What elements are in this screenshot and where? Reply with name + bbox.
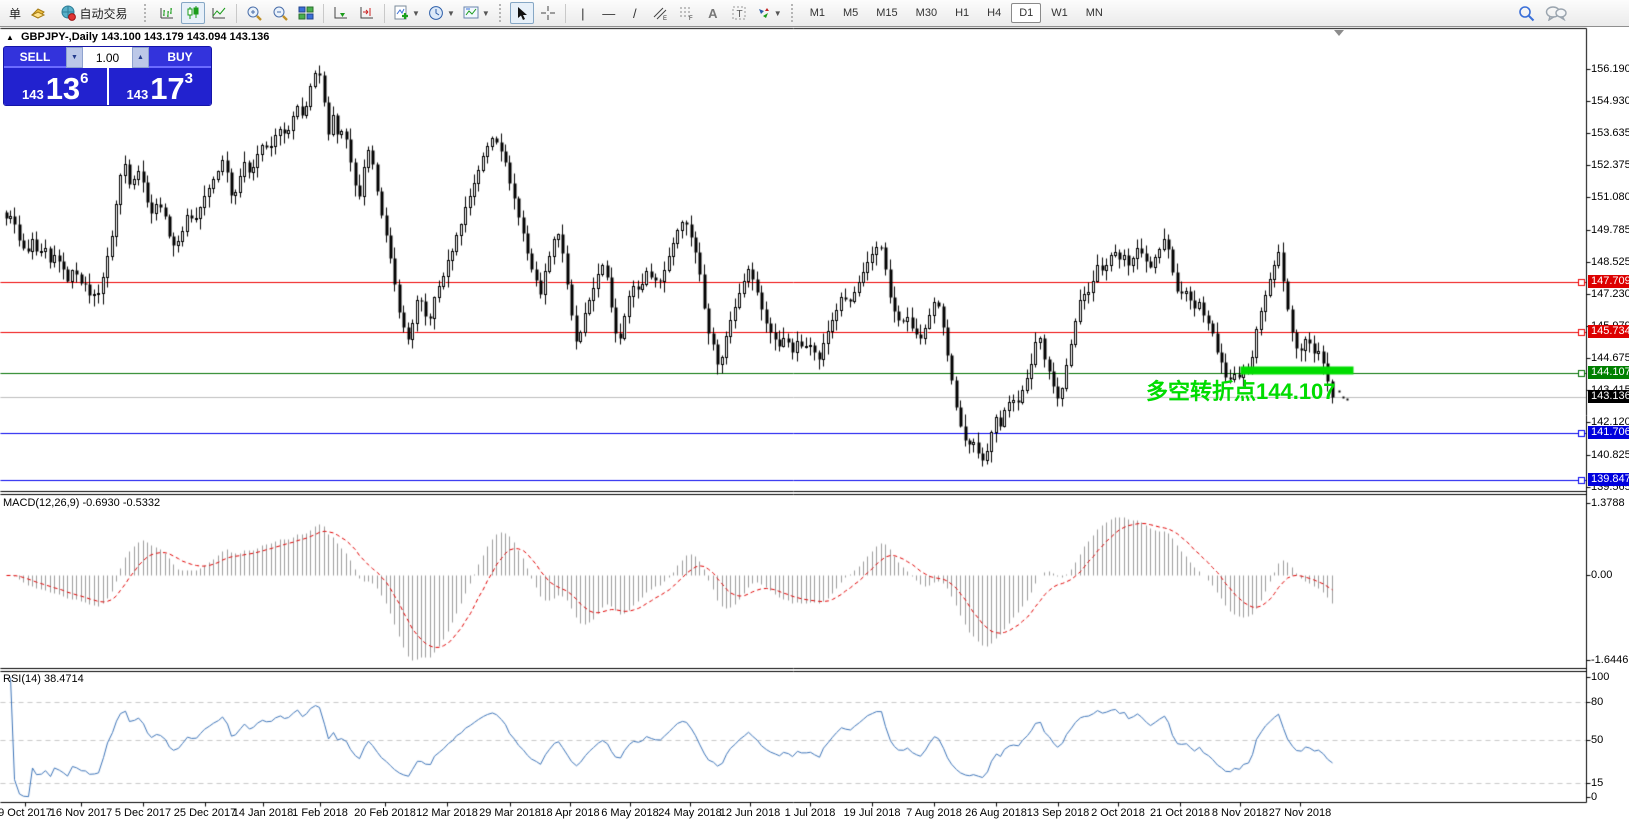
- bar-chart-button[interactable]: [155, 2, 179, 24]
- template-icon: [463, 5, 479, 21]
- arrows-tool[interactable]: ▼: [753, 2, 785, 24]
- zoom-in-icon: [246, 5, 263, 22]
- tf-button-m1[interactable]: M1: [802, 3, 833, 23]
- chart-ohlc-values: 143.100 143.179 143.094 143.136: [101, 31, 269, 43]
- tile-windows-icon: [298, 5, 314, 21]
- autotrading-label: 自动交易: [77, 5, 131, 22]
- new-order-button[interactable]: [26, 2, 50, 24]
- clock-icon: [428, 5, 444, 21]
- chart-shift-marker-icon[interactable]: [1334, 30, 1344, 36]
- text-label-tool[interactable]: T: [727, 2, 751, 24]
- crosshair-button[interactable]: [536, 2, 560, 24]
- auto-scroll-icon: [333, 5, 349, 21]
- sell-price-sup: 6: [80, 72, 88, 85]
- cursor-icon: [515, 6, 529, 21]
- line-chart-icon: [211, 5, 227, 21]
- chart-symbol: GBPJPY-,Daily: [21, 31, 98, 43]
- candlestick-chart-button[interactable]: [181, 2, 205, 24]
- arrows-icon: [756, 6, 771, 21]
- sell-price-big: 13: [46, 75, 80, 102]
- trendline-icon: /: [633, 7, 637, 20]
- toolbar-separator: [384, 4, 385, 23]
- tf-button-d1[interactable]: D1: [1011, 3, 1041, 23]
- tf-button-h1[interactable]: H1: [947, 3, 977, 23]
- volume-input[interactable]: [83, 47, 132, 68]
- vertical-line-tool[interactable]: |: [571, 2, 595, 24]
- toolbar-separator: [236, 4, 237, 23]
- search-icon[interactable]: [1518, 5, 1535, 22]
- zoom-out-icon: [272, 5, 289, 22]
- toolbar-grip: [144, 4, 149, 22]
- chevron-down-icon: ▼: [412, 9, 420, 18]
- sell-price-base: 143: [22, 87, 44, 102]
- auto-scroll-button[interactable]: [329, 2, 353, 24]
- bar-chart-icon: [159, 5, 175, 21]
- text-label-icon: T: [731, 5, 747, 21]
- svg-text:T: T: [736, 9, 742, 20]
- horizontal-line-icon: —: [602, 7, 615, 20]
- indicators-button[interactable]: ▼: [390, 2, 423, 24]
- chevron-down-icon: ▼: [447, 9, 455, 18]
- toolbar-separator: [565, 4, 566, 23]
- cursor-button[interactable]: [510, 2, 534, 24]
- chart-shift-button[interactable]: [355, 2, 379, 24]
- new-order-icon: [30, 5, 46, 21]
- volume-up-button[interactable]: ▲: [132, 47, 149, 68]
- toolbar-grip: [499, 4, 504, 22]
- tf-button-w1[interactable]: W1: [1043, 3, 1076, 23]
- autotrading-icon: [60, 5, 76, 21]
- fibonacci-tool[interactable]: F: [675, 2, 699, 24]
- toolbar-grip: [791, 4, 796, 22]
- equidistant-channel-icon: E: [652, 5, 669, 21]
- buy-price-sup: 3: [185, 72, 193, 85]
- chat-icon[interactable]: [1545, 5, 1567, 21]
- tile-windows-button[interactable]: [294, 2, 318, 24]
- sell-button[interactable]: SELL: [4, 47, 66, 68]
- zoom-out-button[interactable]: [268, 2, 292, 24]
- buy-price-panel[interactable]: 143 17 3: [109, 68, 212, 105]
- crosshair-icon: [540, 5, 556, 21]
- buy-button[interactable]: BUY: [149, 47, 211, 68]
- tf-button-m5[interactable]: M5: [835, 3, 866, 23]
- svg-text:E: E: [663, 16, 667, 21]
- price-chart-canvas[interactable]: [0, 27, 1629, 824]
- chart-shift-icon: [359, 5, 375, 21]
- chart-title: ▲ GBPJPY-,Daily 143.100 143.179 143.094 …: [6, 31, 269, 43]
- sell-price-panel[interactable]: 143 13 6: [4, 68, 107, 105]
- horizontal-line-tool[interactable]: —: [597, 2, 621, 24]
- templates-button[interactable]: ▼: [460, 2, 493, 24]
- buy-price-base: 143: [126, 87, 148, 102]
- collapse-panel-icon[interactable]: ▲: [6, 33, 14, 42]
- chevron-down-icon: ▼: [774, 9, 782, 18]
- toolbar: 单 自动交易 ▼ ▼ ▼: [0, 0, 1629, 27]
- channel-tool[interactable]: E: [649, 2, 673, 24]
- toolbar-separator: [323, 4, 324, 23]
- fibonacci-icon: F: [678, 5, 695, 21]
- tf-button-m30[interactable]: M30: [908, 3, 945, 23]
- candlestick-chart-icon: [185, 5, 201, 21]
- text-tool[interactable]: A: [701, 2, 725, 24]
- svg-text:F: F: [689, 16, 693, 21]
- autotrading-button[interactable]: 自动交易: [52, 2, 138, 24]
- chevron-down-icon: ▼: [482, 9, 490, 18]
- trendline-tool[interactable]: /: [623, 2, 647, 24]
- tf-button-m15[interactable]: M15: [868, 3, 905, 23]
- vertical-line-icon: |: [581, 7, 584, 20]
- zoom-in-button[interactable]: [242, 2, 266, 24]
- annotation-text: 多空转折点144.107: [1146, 374, 1336, 406]
- one-click-trading-panel: SELL ▼ ▲ BUY 143 13 6 143 17 3: [3, 46, 212, 106]
- volume-down-button[interactable]: ▼: [66, 47, 83, 68]
- periods-button[interactable]: ▼: [425, 2, 458, 24]
- tf-button-h4[interactable]: H4: [979, 3, 1009, 23]
- text-icon: A: [708, 7, 717, 20]
- line-chart-button[interactable]: [207, 2, 231, 24]
- tf-button-mn[interactable]: MN: [1078, 3, 1111, 23]
- buy-price-big: 17: [150, 75, 184, 102]
- order-menu-label[interactable]: 单: [6, 5, 24, 22]
- indicators-icon: [393, 5, 409, 21]
